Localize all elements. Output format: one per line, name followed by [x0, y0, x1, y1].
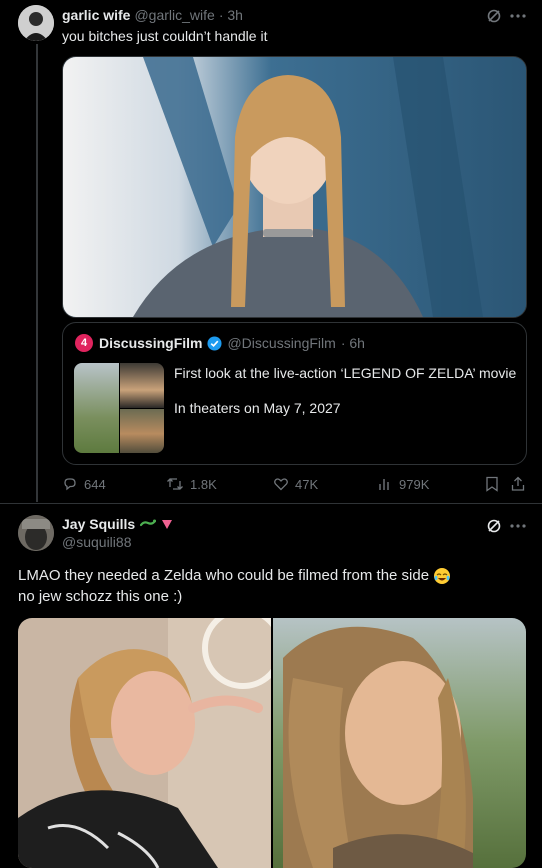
- post2-text-line2: no jew schozz this one :): [18, 588, 183, 605]
- post1-text: you bitches just couldn’t handle it: [62, 28, 268, 44]
- reply-count: 644: [84, 476, 106, 492]
- like-count: 47K: [295, 476, 319, 492]
- pink-triangle-icon: [161, 519, 173, 530]
- more-options-icon[interactable]: [508, 6, 528, 26]
- quote-text-line2: In theaters on May 7, 2027: [174, 400, 341, 416]
- quote-media-grid[interactable]: [74, 363, 164, 453]
- post2-media-grid[interactable]: [18, 618, 526, 868]
- quote-media-thumb-1: [74, 363, 119, 453]
- quote-timestamp[interactable]: · 6h: [341, 335, 365, 351]
- quote-media-thumb-3: [120, 409, 164, 453]
- quote-text-line1: First look at the live-action ‘LEGEND OF…: [174, 365, 517, 381]
- post1-photo[interactable]: [62, 56, 527, 318]
- post2-photo-left[interactable]: [18, 618, 284, 868]
- post2-text-line1: LMAO they needed a Zelda who could be fi…: [18, 567, 430, 584]
- share-icon[interactable]: [510, 476, 526, 492]
- laughing-emoji-icon: [433, 567, 451, 585]
- views-count: 979K: [399, 476, 430, 492]
- avatar-jay-squills[interactable]: [18, 515, 54, 551]
- heart-icon: [274, 478, 288, 491]
- reply-icon: [64, 478, 76, 491]
- grok-icon[interactable]: [484, 6, 504, 26]
- lizard-emoji-icon: [140, 517, 157, 531]
- post1-display-name[interactable]: garlic wife: [62, 7, 130, 23]
- post1-timestamp[interactable]: · 3h: [219, 7, 243, 23]
- thread-connector-line: [36, 44, 38, 502]
- repost-icon: [167, 478, 183, 490]
- quote-media-thumb-2: [120, 363, 164, 408]
- post2-display-name[interactable]: Jay Squills: [62, 516, 135, 532]
- avatar-garlic-wife[interactable]: [18, 5, 54, 41]
- post-divider: [0, 503, 542, 504]
- views-button[interactable]: 979K: [377, 476, 429, 492]
- repost-button[interactable]: 1.8K: [166, 476, 217, 492]
- more-options-icon[interactable]: [508, 516, 528, 536]
- views-icon: [379, 479, 389, 490]
- quote-display-name[interactable]: DiscussingFilm: [99, 335, 202, 351]
- grok-icon[interactable]: [484, 516, 504, 536]
- post1-handle[interactable]: @garlic_wife: [134, 7, 214, 23]
- post2-photo-right[interactable]: [273, 618, 526, 868]
- quote-handle[interactable]: @DiscussingFilm: [227, 335, 335, 351]
- like-button[interactable]: 47K: [273, 476, 318, 492]
- repost-count: 1.8K: [190, 476, 217, 492]
- bookmark-icon[interactable]: [484, 476, 500, 492]
- discussingfilm-avatar[interactable]: 4: [75, 334, 93, 352]
- verified-badge-icon: [207, 335, 222, 351]
- post2-handle[interactable]: @suquili88: [62, 534, 131, 550]
- reply-button[interactable]: 644: [62, 476, 106, 492]
